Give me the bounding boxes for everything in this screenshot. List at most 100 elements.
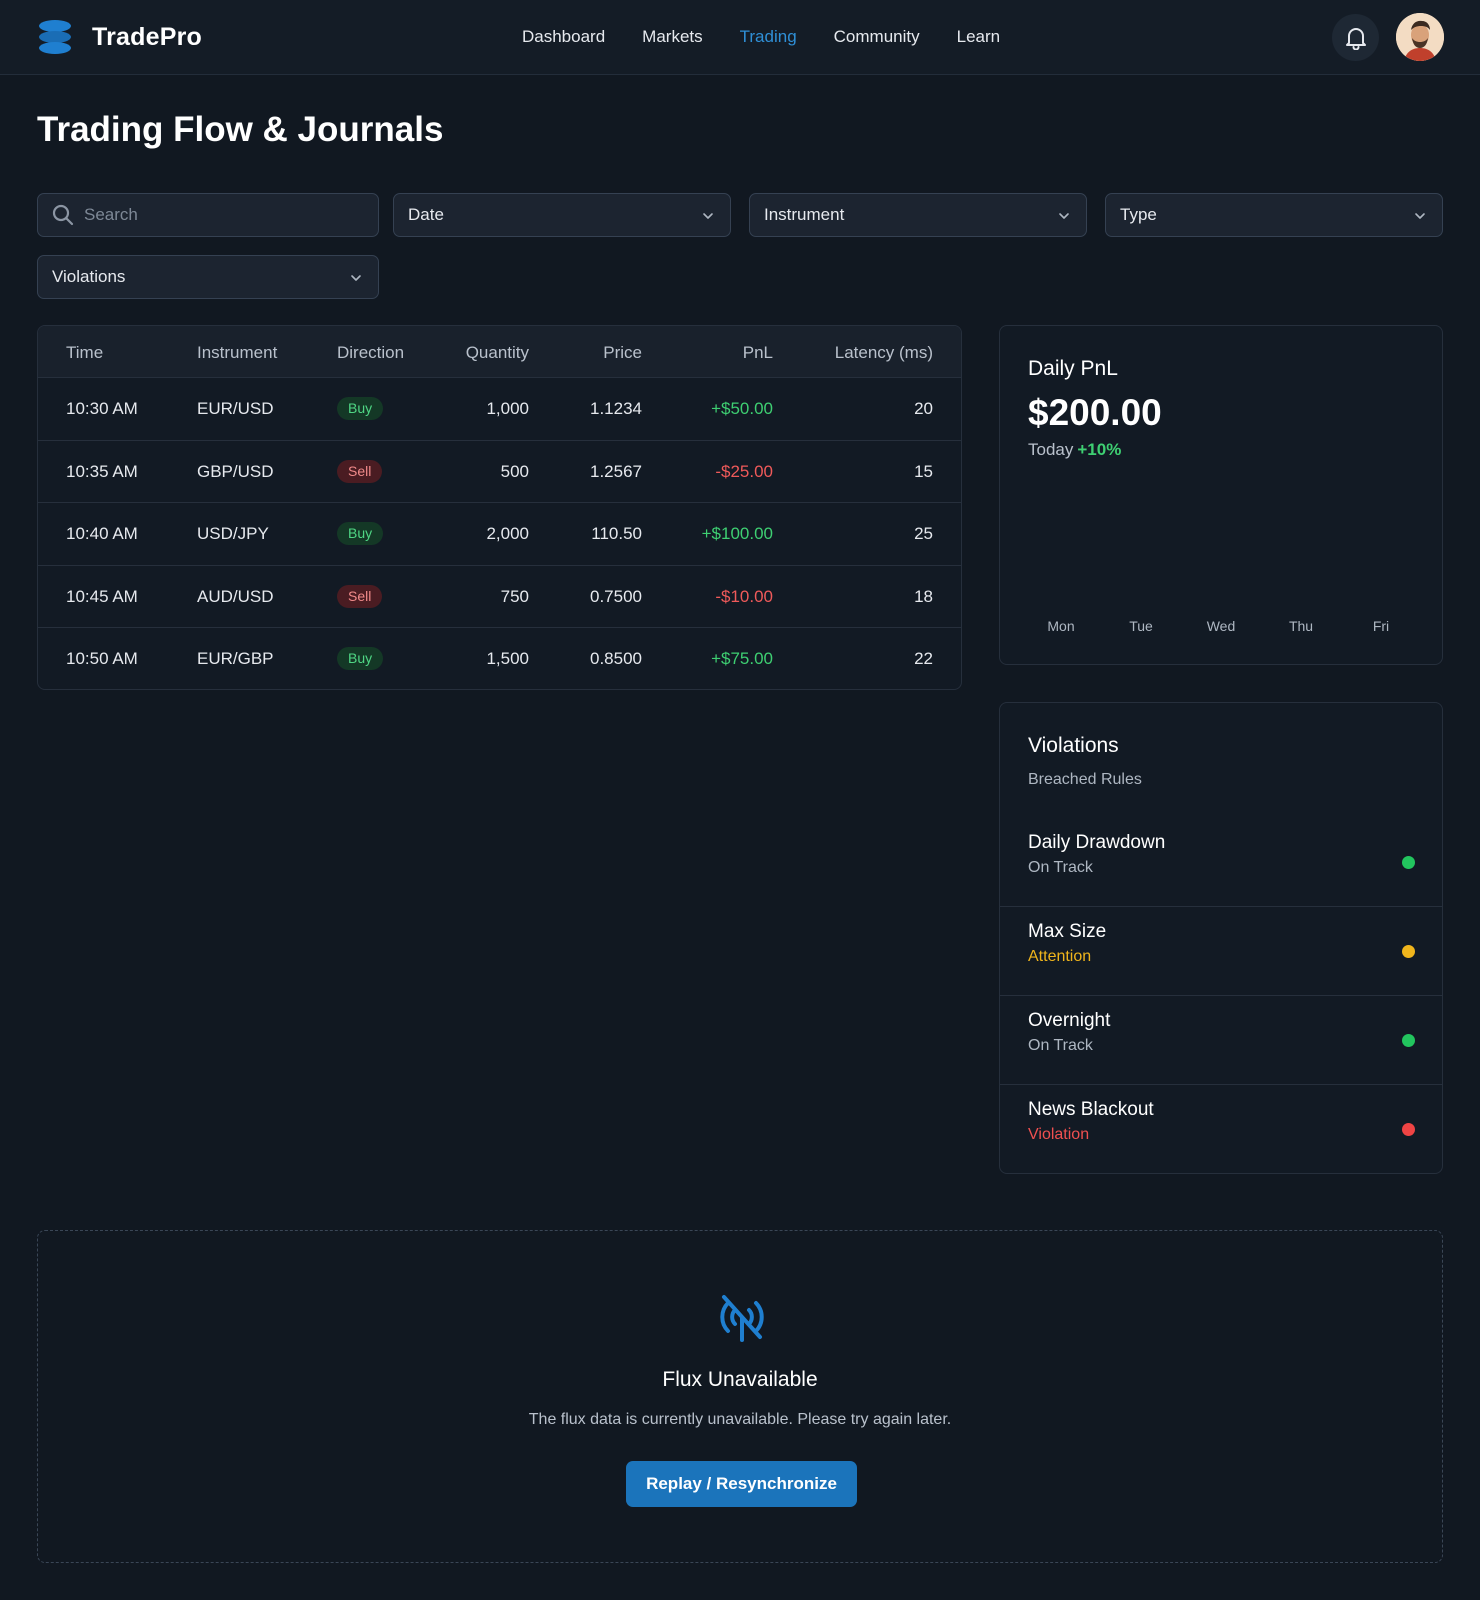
cell-price: 1.1234	[590, 399, 642, 418]
day-label-thu: Thu	[1288, 618, 1314, 634]
pnl-change: +10%	[1077, 440, 1122, 459]
period-label: Today	[1028, 440, 1074, 459]
cell-instrument: EUR/USD	[197, 399, 274, 418]
cell-instrument: AUD/USD	[197, 586, 274, 606]
day-label-mon: Mon	[1047, 618, 1075, 634]
direction-badge: Sell	[337, 459, 383, 483]
table-row[interactable]: 10:30 AM EUR/USD Buy 1,000 1.1234 +$50.0…	[38, 378, 961, 441]
cell-instrument: EUR/GBP	[197, 649, 274, 668]
daily-pnl-period: Today +10%	[1028, 440, 1121, 460]
nav-community[interactable]: Community	[834, 27, 920, 47]
violations-title: Violations	[1028, 734, 1119, 757]
cell-quantity: 2,000	[486, 524, 529, 543]
cell-latency: 18	[914, 586, 933, 606]
search-field[interactable]	[37, 193, 379, 237]
nav-markets[interactable]: Markets	[642, 27, 702, 47]
flux-unavailable-panel: Flux Unavailable The flux data is curren…	[37, 1230, 1443, 1563]
cell-latency: 15	[914, 461, 933, 481]
top-navigation-bar: TradePro Dashboard Markets Trading Commu…	[0, 0, 1480, 75]
search-icon	[52, 204, 74, 226]
col-latency[interactable]: Latency (ms)	[835, 343, 933, 363]
direction-badge: Sell	[337, 584, 383, 608]
trades-table: Time Instrument Direction Quantity Price…	[37, 325, 962, 690]
violations-filter-label: Violations	[52, 267, 126, 286]
replay-resynchronize-button[interactable]: Replay / Resynchronize	[626, 1461, 857, 1507]
direction-badge: Buy	[337, 397, 384, 420]
rule-status: On Track	[1028, 859, 1093, 876]
rule-item-max-size[interactable]: Max Size Attention	[1000, 907, 1442, 996]
status-dot	[1402, 856, 1415, 869]
rule-name: News Blackout	[1028, 1099, 1154, 1120]
rule-item-news-blackout[interactable]: News Blackout Violation	[1000, 1085, 1442, 1174]
violations-filter[interactable]: Violations	[37, 255, 379, 299]
status-dot	[1402, 1034, 1415, 1047]
bell-icon	[1345, 27, 1366, 50]
table-row[interactable]: 10:40 AM USD/JPY Buy 2,000 110.50 +$100.…	[38, 503, 961, 566]
date-filter-label: Date	[408, 205, 444, 224]
daily-pnl-value: $200.00	[1028, 392, 1162, 433]
cell-pnl: +$100.00	[701, 524, 773, 543]
app-name: TradePro	[92, 22, 202, 51]
flux-title: Flux Unavailable	[662, 1368, 818, 1391]
rule-name: Daily Drawdown	[1028, 832, 1166, 853]
table-row[interactable]: 10:35 AM GBP/USD Sell 500 1.2567 -$25.00…	[38, 441, 961, 503]
search-input[interactable]	[84, 205, 354, 225]
cell-latency: 22	[914, 649, 933, 668]
type-filter[interactable]: Type	[1105, 193, 1443, 237]
cell-instrument: GBP/USD	[197, 461, 274, 481]
cell-time: 10:40 AM	[66, 524, 138, 543]
chevron-down-icon	[703, 213, 713, 219]
col-pnl[interactable]: PnL	[743, 343, 773, 363]
cell-price: 0.7500	[590, 586, 642, 606]
flux-message: The flux data is currently unavailable. …	[528, 1411, 952, 1428]
cell-time: 10:50 AM	[66, 649, 138, 668]
violations-card: Violations Breached Rules Daily Drawdown…	[999, 702, 1443, 1174]
status-dot	[1402, 1123, 1415, 1136]
avatar[interactable]	[1396, 13, 1444, 61]
cell-latency: 20	[914, 399, 933, 418]
type-filter-label: Type	[1120, 205, 1157, 224]
col-direction[interactable]: Direction	[337, 343, 404, 363]
col-quantity[interactable]: Quantity	[466, 343, 529, 363]
table-header: Time Instrument Direction Quantity Price…	[38, 326, 961, 378]
direction-badge: Buy	[337, 647, 384, 670]
table-row[interactable]: 10:45 AM AUD/USD Sell 750 0.7500 -$10.00…	[38, 566, 961, 628]
col-instrument[interactable]: Instrument	[197, 343, 277, 363]
cell-time: 10:30 AM	[66, 399, 138, 418]
rule-item-overnight[interactable]: Overnight On Track	[1000, 996, 1442, 1085]
cell-price: 110.50	[591, 524, 642, 543]
signal-off-icon	[720, 1295, 764, 1342]
notifications-button[interactable]	[1332, 14, 1379, 61]
rule-item-daily-drawdown[interactable]: Daily Drawdown On Track	[1000, 818, 1442, 907]
instrument-filter-label: Instrument	[764, 205, 845, 224]
cell-pnl: -$10.00	[715, 586, 773, 606]
chevron-down-icon	[351, 275, 361, 281]
cell-quantity: 750	[500, 586, 529, 606]
cell-time: 10:35 AM	[66, 461, 138, 481]
avatar-icon	[1396, 13, 1444, 61]
instrument-filter[interactable]: Instrument	[749, 193, 1087, 237]
date-filter[interactable]: Date	[393, 193, 731, 237]
main-nav: Dashboard Markets Trading Community Lear…	[522, 27, 1037, 47]
direction-badge: Buy	[337, 522, 384, 545]
page-title: Trading Flow & Journals	[37, 110, 444, 149]
brand[interactable]: TradePro	[38, 19, 202, 55]
cell-pnl: +$50.00	[711, 399, 773, 418]
cell-quantity: 1,000	[486, 399, 529, 418]
rule-name: Overnight	[1028, 1010, 1111, 1031]
cell-price: 1.2567	[590, 461, 642, 481]
nav-trading[interactable]: Trading	[740, 27, 797, 47]
nav-dashboard[interactable]: Dashboard	[522, 27, 605, 47]
day-label-tue: Tue	[1129, 618, 1153, 634]
rule-status: Violation	[1028, 1126, 1090, 1143]
table-row[interactable]: 10:50 AM EUR/GBP Buy 1,500 0.8500 +$75.0…	[38, 628, 961, 689]
chevron-down-icon	[1059, 213, 1069, 219]
nav-learn[interactable]: Learn	[957, 27, 1000, 47]
cell-quantity: 1,500	[486, 649, 529, 668]
day-label-fri: Fri	[1372, 618, 1390, 634]
col-price[interactable]: Price	[603, 343, 642, 363]
layers-logo-icon	[39, 20, 71, 54]
cell-pnl: +$75.00	[711, 649, 773, 668]
cell-pnl: -$25.00	[715, 461, 773, 481]
col-time[interactable]: Time	[66, 343, 103, 363]
